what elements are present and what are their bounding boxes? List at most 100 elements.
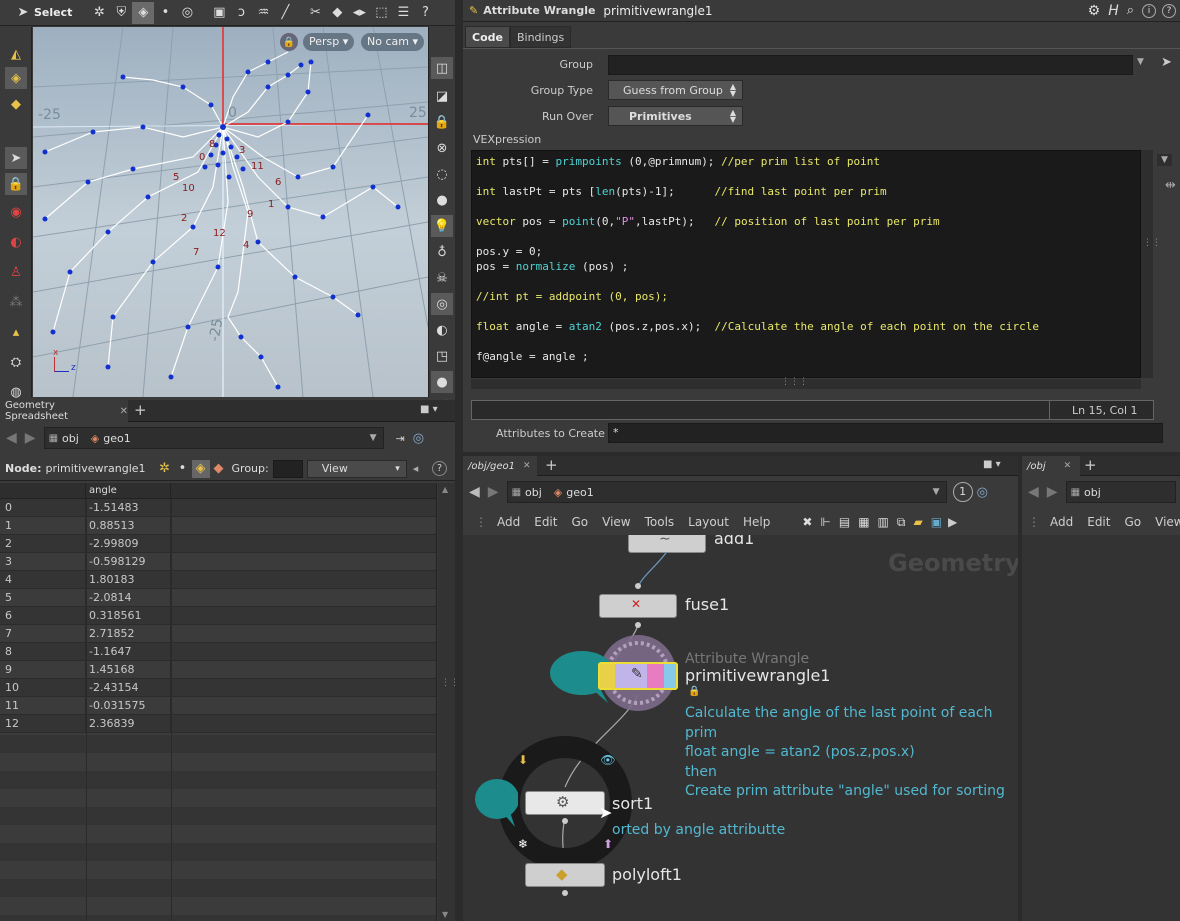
spreadsheet-help-icon[interactable]: ? xyxy=(432,461,447,476)
scroll-down-icon[interactable]: ▼ xyxy=(442,910,448,919)
table-row[interactable]: 1 0.88513 xyxy=(0,517,436,535)
bones-icon[interactable]: ⁂ xyxy=(5,291,27,313)
persp-menu[interactable]: Persp ▾ xyxy=(303,33,355,51)
shield-icon[interactable]: ⛨ xyxy=(110,2,132,24)
detail-mode-icon[interactable]: ◆ xyxy=(210,460,228,478)
editor-expand-icon[interactable]: ⇹ xyxy=(1165,178,1176,193)
menu-go[interactable]: Go xyxy=(571,515,588,529)
node-name-field[interactable]: primitivewrangle1 xyxy=(603,4,712,18)
more-arrow-icon[interactable]: ▶ xyxy=(948,515,957,529)
param-help-icon[interactable]: ? xyxy=(1162,3,1176,18)
angle-cell[interactable]: 1.45168 xyxy=(86,661,171,678)
image-icon[interactable]: ▣ xyxy=(931,515,942,529)
spreadsheet-scrollbar[interactable]: ▲ ⋮⋮ ▼ xyxy=(438,483,459,921)
angle-cell[interactable]: 1.80183 xyxy=(86,571,171,588)
network-path-combo[interactable]: ▦ obj ◈ geo1 ▼ xyxy=(506,481,947,503)
network2-back-icon[interactable]: ◀ xyxy=(1028,484,1039,500)
network-forward-icon[interactable]: ▶ xyxy=(488,484,499,500)
output-port[interactable] xyxy=(635,583,641,589)
nav-arrows-icon[interactable]: ◂▸ xyxy=(348,2,370,24)
camera-icon[interactable]: ◉ xyxy=(5,201,27,223)
attrs-field[interactable]: * xyxy=(608,423,1163,443)
tree-icon[interactable]: ⊩ xyxy=(820,515,830,529)
light-point-icon[interactable]: ♁ xyxy=(431,241,453,263)
network-path-obj[interactable]: obj xyxy=(525,486,542,499)
path-geo[interactable]: geo1 xyxy=(103,432,130,445)
menu2-go[interactable]: Go xyxy=(1124,515,1141,529)
angle-cell[interactable]: -2.0814 xyxy=(86,589,171,606)
link-icon[interactable]: ◎ xyxy=(413,431,424,446)
add-tab-icon[interactable]: + xyxy=(134,401,147,419)
output-port[interactable] xyxy=(562,818,568,824)
display-options-icon[interactable]: ◫ xyxy=(431,57,453,79)
lock-view-icon[interactable]: 🔒 xyxy=(431,111,453,133)
sort-comment-bubble-icon[interactable] xyxy=(473,775,518,830)
sphere-icon[interactable]: ● xyxy=(431,189,453,211)
light-icon[interactable]: ◐ xyxy=(5,231,27,253)
network-path-dropdown-icon[interactable]: ▼ xyxy=(933,487,940,497)
angle-cell[interactable]: -1.51483 xyxy=(86,499,171,516)
param-gear-icon[interactable]: ⚙ xyxy=(1088,3,1101,19)
angle-cell[interactable]: 2.36839 xyxy=(86,715,171,732)
menu-help[interactable]: Help xyxy=(743,515,770,529)
info-icon[interactable]: i xyxy=(1142,3,1156,18)
camera-menu[interactable]: No cam ▾ xyxy=(361,33,424,51)
points-mode-icon[interactable]: ✲ xyxy=(156,460,174,478)
node-label-add1[interactable]: add1 xyxy=(714,535,754,548)
group-param-field[interactable] xyxy=(608,55,1133,75)
laser-icon[interactable]: ╱ xyxy=(274,2,296,24)
angle-cell[interactable]: -2.99809 xyxy=(86,535,171,552)
select-mode-icon[interactable]: ➤ xyxy=(5,147,27,169)
menu2-add[interactable]: Add xyxy=(1050,515,1073,529)
snapshot-icon[interactable]: ◳ xyxy=(431,345,453,367)
net-box-icon[interactable]: ⧉ xyxy=(897,515,906,530)
group-select-arrow-icon[interactable]: ➤ xyxy=(1161,55,1172,70)
list-view-icon[interactable]: ▤ xyxy=(839,515,850,529)
network2-forward-icon[interactable]: ▶ xyxy=(1047,484,1058,500)
angle-cell[interactable]: 0.318561 xyxy=(86,607,171,624)
menu-layout[interactable]: Layout xyxy=(688,515,729,529)
group-field[interactable] xyxy=(272,459,303,478)
pick-icon[interactable]: ✂ xyxy=(304,2,326,24)
network-path-geo[interactable]: geo1 xyxy=(566,486,593,499)
select-arrow-icon[interactable]: ➤ xyxy=(12,2,34,24)
sticky-note-icon[interactable]: ▰ xyxy=(913,515,922,529)
table-row[interactable]: 9 1.45168 xyxy=(0,661,436,679)
target-icon[interactable]: ◎ xyxy=(176,2,198,24)
table-row[interactable]: 11 -0.031575 xyxy=(0,697,436,715)
grid-view-icon[interactable]: ▦ xyxy=(858,515,869,529)
angle-cell[interactable]: -0.598129 xyxy=(86,553,171,570)
houdini-h-icon[interactable]: H xyxy=(1108,3,1119,19)
viewport-canvas[interactable]: -25 25 0 -25 8 3 0 11 6 5 10 1 9 2 12 4 … xyxy=(33,27,428,397)
group-type-menu[interactable]: Guess from Group ▲ ▼ xyxy=(608,80,743,100)
network-link-icon[interactable]: ◎ xyxy=(977,485,988,500)
add-network2-tab-icon[interactable]: + xyxy=(1084,456,1097,474)
dot-icon[interactable]: • xyxy=(154,2,176,24)
menu-add[interactable]: Add xyxy=(497,515,520,529)
scale-tool-icon[interactable]: ◈ xyxy=(5,67,27,89)
select-tool-label[interactable]: Select xyxy=(34,6,72,19)
angle-cell[interactable]: 0.88513 xyxy=(86,517,171,534)
pin-icon[interactable]: ⇥ xyxy=(396,432,405,445)
network-back-icon[interactable]: ◀ xyxy=(469,484,480,500)
shading-icon[interactable]: ◪ xyxy=(431,85,453,107)
network2-canvas[interactable] xyxy=(1022,535,1180,921)
menu-tools[interactable]: Tools xyxy=(645,515,675,529)
network-pane-menu-icon[interactable]: ■ ▾ xyxy=(983,459,1001,470)
render-icon[interactable]: ◎ xyxy=(431,293,453,315)
tab-obj-geo1[interactable]: /obj/geo1 ✕ xyxy=(463,456,537,476)
close-tab-icon[interactable]: ✕ xyxy=(120,406,128,417)
tab-bindings[interactable]: Bindings xyxy=(509,26,572,48)
column-header-angle[interactable]: angle xyxy=(86,482,171,499)
vertical-pane-divider[interactable] xyxy=(455,0,463,921)
lock-icon[interactable]: 🔒 xyxy=(5,173,27,195)
table-row[interactable]: 5 -2.0814 xyxy=(0,589,436,607)
path-obj[interactable]: obj xyxy=(62,432,79,445)
table-row[interactable]: 7 2.71852 xyxy=(0,625,436,643)
angle-cell[interactable]: -1.1647 xyxy=(86,643,171,660)
network-badge[interactable]: 1 xyxy=(952,482,973,502)
network-canvas[interactable]: Geometry ∼ add1 ✕ fuse1 ✎ Attribute Wran… xyxy=(463,535,1018,921)
editor-menu-icon[interactable]: ▼ xyxy=(1157,154,1172,166)
menu2-edit[interactable]: Edit xyxy=(1087,515,1110,529)
freeze-flag-icon[interactable]: ❄ xyxy=(512,833,534,855)
